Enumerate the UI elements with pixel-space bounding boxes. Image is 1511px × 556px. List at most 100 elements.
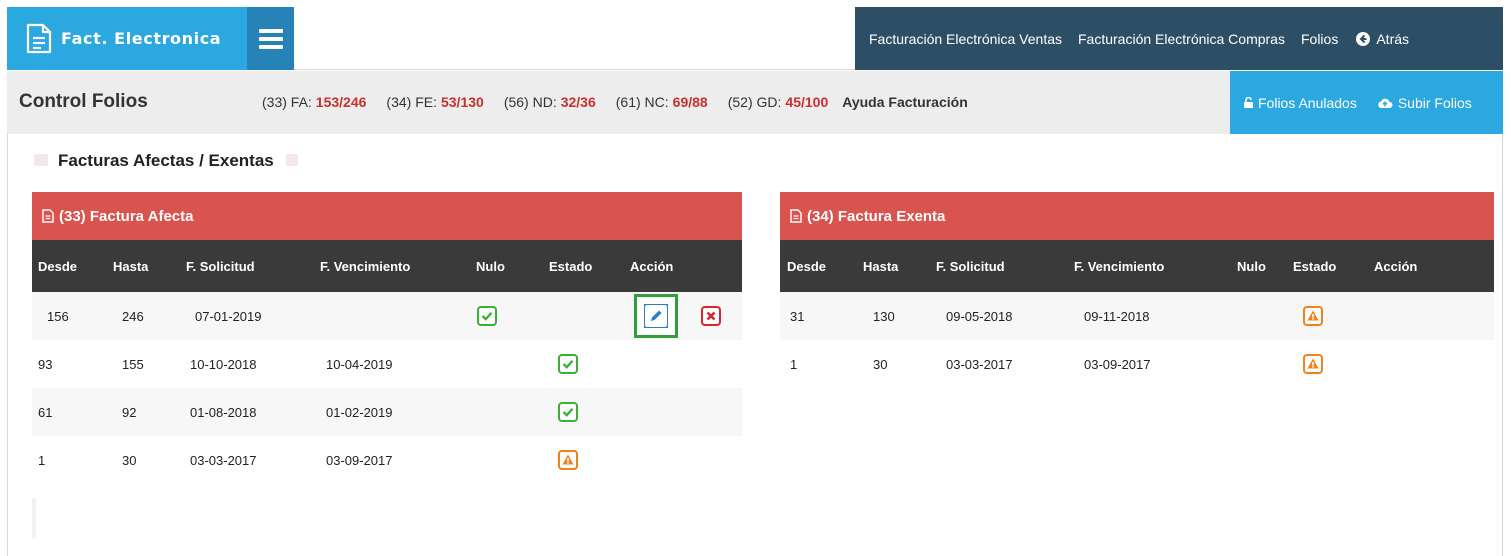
- cell-hasta: 30: [122, 452, 137, 468]
- main-content: Facturas Afectas / Exentas (33) Factura …: [7, 134, 1503, 556]
- cell-desde: 31: [780, 292, 863, 340]
- panel-header: (33) Factura Afecta: [32, 192, 742, 240]
- check-icon: [477, 306, 497, 326]
- subir-folios-button[interactable]: Subir Folios: [1377, 95, 1472, 111]
- panel-header: (34) Factura Exenta: [780, 192, 1494, 240]
- check-icon: [558, 402, 578, 422]
- cell-accion: [630, 340, 742, 388]
- counter-label: (33) FA:: [262, 94, 312, 110]
- panel-title: (33) Factura Afecta: [59, 207, 194, 225]
- nav-link-back[interactable]: Atrás: [1356, 31, 1409, 47]
- document-icon: [42, 209, 54, 223]
- counter-nd: (56) ND: 32/36: [504, 94, 596, 110]
- column-desde: Desde: [780, 240, 863, 292]
- table-row: 1 30 03-03-2017 03-09-2017: [780, 340, 1494, 388]
- subir-folios-label: Subir Folios: [1397, 94, 1472, 111]
- table-header-row: Desde Hasta F. Solicitud F. Vencimiento …: [780, 240, 1494, 292]
- cell-hasta: 130: [863, 292, 936, 340]
- cell-estado: [549, 388, 630, 436]
- nav-link-compras[interactable]: Facturación Electrónica Compras: [1078, 31, 1285, 47]
- column-nulo: Nulo: [1237, 240, 1293, 292]
- cell-nulo: [1237, 340, 1293, 388]
- folios-table: Desde Hasta F. Solicitud F. Vencimiento …: [780, 240, 1494, 388]
- warning-icon: [1303, 354, 1323, 374]
- cell-nulo: [476, 340, 549, 388]
- counter-value: 53/130: [440, 94, 484, 110]
- folios-anulados-button[interactable]: Folios Anulados: [1244, 95, 1357, 111]
- brand[interactable]: Fact. Electronica: [7, 7, 247, 70]
- table-row: 93 155 10-10-2018 10-04-2019: [32, 340, 742, 388]
- counter-label: (34) FE:: [386, 94, 437, 110]
- cell-accion: [1374, 340, 1494, 388]
- nav-link-folios[interactable]: Folios: [1301, 31, 1338, 47]
- panel-factura-exenta: (34) Factura Exenta Desde Hasta F. Solic…: [780, 192, 1494, 388]
- cell-hasta: 155: [122, 356, 144, 372]
- cell-hasta: 30: [873, 356, 888, 372]
- cell-f-vencimiento: 09-11-2018: [1074, 292, 1237, 340]
- folio-counters: (33) FA: 153/246 (34) FE: 53/130 (56) ND: 3…: [262, 94, 968, 110]
- unlock-icon: [1244, 97, 1253, 108]
- cell-accion: [630, 292, 742, 340]
- check-icon: [558, 354, 578, 374]
- cloud-upload-icon: [1378, 98, 1393, 108]
- cell-f-vencimiento: [320, 292, 476, 340]
- column-f-solicitud: F. Solicitud: [936, 240, 1074, 292]
- nav-link-ventas[interactable]: Facturación Electrónica Ventas: [869, 31, 1062, 47]
- document-icon: [790, 209, 802, 223]
- top-navbar: Fact. Electronica Facturación Electrónic…: [7, 7, 1503, 70]
- panel-factura-afecta: (33) Factura Afecta Desde Hasta F. Solic…: [32, 192, 742, 484]
- counter-value: 45/100: [785, 94, 829, 110]
- warning-icon: [1303, 306, 1323, 326]
- column-f-vencimiento: F. Vencimiento: [320, 240, 476, 292]
- control-bar: Control Folios (33) FA: 153/246 (34) FE: 5…: [7, 71, 1503, 134]
- cell-desde: 61: [32, 388, 113, 436]
- scroll-stub: [32, 498, 36, 538]
- cell-f-solicitud: 09-05-2018: [936, 292, 1074, 340]
- cell-desde: 1: [790, 356, 798, 372]
- cell-estado: [1293, 340, 1374, 388]
- counter-fe: (34) FE: 53/130: [386, 94, 483, 110]
- folios-table: Desde Hasta F. Solicitud F. Vencimiento …: [32, 240, 742, 484]
- folio-actions: Folios Anulados Subir Folios: [1230, 71, 1503, 134]
- counter-gd: (52) GD: 45/100: [728, 94, 829, 110]
- cell-f-vencimiento: 10-04-2019: [326, 356, 393, 372]
- counter-value: 69/88: [672, 94, 708, 110]
- cell-hasta: 246: [113, 292, 186, 340]
- cell-estado: [549, 436, 630, 484]
- delete-icon[interactable]: [701, 306, 722, 326]
- cell-f-solicitud: 10-10-2018: [190, 356, 257, 372]
- cell-nulo: [476, 292, 549, 340]
- cell-f-solicitud: 01-08-2018: [186, 388, 320, 436]
- top-nav: Facturación Electrónica Ventas Facturaci…: [855, 7, 1503, 70]
- cell-nulo: [476, 436, 549, 484]
- circle-arrow-left-icon: [1356, 31, 1371, 46]
- brand-name: Fact. Electronica: [61, 29, 222, 48]
- counter-nc: (61) NC: 69/88: [616, 94, 708, 110]
- column-f-solicitud: F. Solicitud: [186, 240, 320, 292]
- counter-label: (52) GD:: [727, 94, 782, 110]
- counter-fa: (33) FA: 153/246: [262, 94, 366, 110]
- edit-button[interactable]: [634, 294, 678, 338]
- document-icon: [26, 23, 52, 54]
- cell-estado: [549, 340, 630, 388]
- counter-value: 32/36: [560, 94, 596, 110]
- column-desde: Desde: [32, 240, 113, 292]
- table-header-row: Desde Hasta F. Solicitud F. Vencimiento …: [32, 240, 742, 292]
- panel-title: (34) Factura Exenta: [807, 207, 946, 225]
- table-row: 31 130 09-05-2018 09-11-2018: [780, 292, 1494, 340]
- cell-f-solicitud: 07-01-2019: [186, 292, 320, 340]
- hamburger-menu-icon[interactable]: [247, 7, 294, 70]
- warning-icon: [558, 450, 578, 470]
- cell-f-solicitud: 03-03-2017: [190, 452, 257, 468]
- column-accion: Acción: [630, 240, 742, 292]
- cell-estado: [1293, 292, 1374, 340]
- help-link[interactable]: Ayuda Facturación: [842, 94, 968, 110]
- column-hasta: Hasta: [113, 240, 186, 292]
- cell-desde: 1: [38, 452, 46, 468]
- page-title: Control Folios: [19, 91, 148, 112]
- cell-accion: [630, 436, 742, 484]
- table-row: 1 30 03-03-2017 03-09-2017: [32, 436, 742, 484]
- cell-f-solicitud: 03-03-2017: [946, 356, 1013, 372]
- column-estado: Estado: [549, 240, 630, 292]
- folios-anulados-label: Folios Anulados: [1258, 94, 1357, 111]
